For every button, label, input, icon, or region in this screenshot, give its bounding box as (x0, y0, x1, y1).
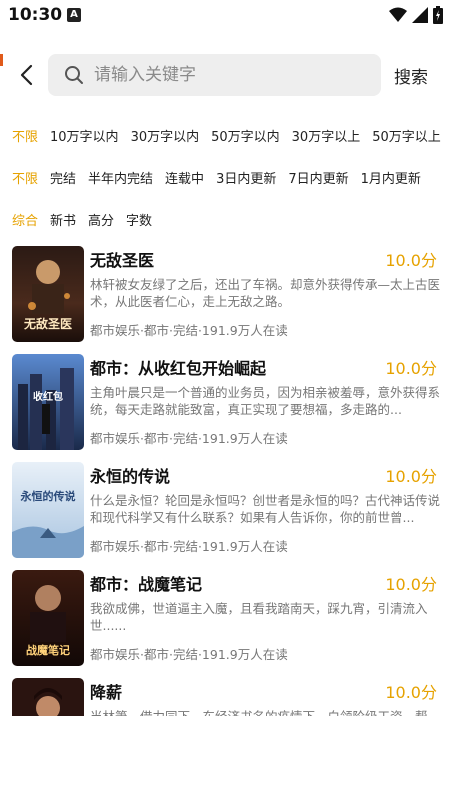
filter-word-count-option[interactable]: 30万字以内 (131, 126, 200, 145)
book-list: 无敌圣医 无敌圣医 10.0分 林轩被女友绿了之后，还出了车祸。却意外获得传承—… (0, 240, 449, 716)
book-cover-title: 战魔笔记 (26, 643, 70, 657)
book-cover-title: 永恒的传说 (20, 489, 76, 503)
filter-word-count-option[interactable]: 30万字以上 (292, 126, 361, 145)
book-list-item[interactable]: 战魔笔记 都市：战魔笔记 10.0分 我欲成佛，世道逼主入魔，且看我踏南天，踩九… (0, 564, 449, 672)
book-meta: 都市娱乐·都市·完结·191.9万人在读 (90, 647, 288, 662)
signal-icon (412, 7, 428, 23)
book-score: 10.0分 (385, 575, 437, 594)
filter-word-count-option[interactable]: 10万字以内 (50, 126, 119, 145)
book-title[interactable]: 永恒的传说 (90, 463, 170, 487)
book-score: 10.0分 (385, 251, 437, 270)
book-meta: 都市娱乐·都市·完结·191.9万人在读 (90, 323, 288, 338)
book-cover-art: 战魔笔记 (12, 570, 84, 666)
filter-status-option[interactable]: 连载中 (165, 168, 204, 187)
book-title[interactable]: 都市：从收红包开始崛起 (90, 355, 266, 379)
book-list-item[interactable]: 无敌圣医 无敌圣医 10.0分 林轩被女友绿了之后，还出了车祸。却意外获得传承—… (0, 240, 449, 348)
book-cover-title: 无敌圣医 (23, 316, 72, 331)
book-cover[interactable]: 战魔笔记 (12, 570, 84, 666)
filter-word-count-option[interactable]: 50万字以内 (211, 126, 280, 145)
filter-word-count-all[interactable]: 不限 (12, 126, 38, 145)
book-description: 林轩被女友绿了之后，还出了车祸。却意外获得传承—太上古医术，从此医者仁心，走上无… (90, 277, 440, 309)
filter-status-option[interactable]: 3日内更新 (216, 168, 276, 187)
filter-status-option[interactable]: 半年内完结 (88, 168, 153, 187)
book-title[interactable]: 降薪 (90, 679, 122, 703)
book-list-item[interactable]: 收红包 都市：从收红包开始崛起 10.0分 主角叶晨只是一个普通的业务员，因为相… (0, 348, 449, 456)
book-score: 10.0分 (385, 683, 437, 702)
sort-high-score[interactable]: 高分 (88, 210, 114, 229)
book-list-item[interactable]: 永恒的传说 永恒的传说 10.0分 什么是永恒？轮回是永恒吗？创世者是永恒的吗？… (0, 456, 449, 564)
book-cover[interactable]: 永恒的传说 (12, 462, 84, 558)
status-bar: 10:30 A (0, 0, 449, 32)
book-score: 10.0分 (385, 467, 437, 486)
book-cover[interactable] (12, 678, 84, 716)
filter-status-option[interactable]: 完结 (50, 168, 76, 187)
sort-new-books[interactable]: 新书 (50, 210, 76, 229)
status-time: 10:30 (8, 5, 63, 25)
book-cover[interactable]: 收红包 (12, 354, 84, 450)
book-cover-art (12, 678, 84, 716)
book-title[interactable]: 无敌圣医 (90, 247, 154, 271)
search-icon (65, 66, 83, 84)
notification-badge-icon: A (67, 8, 81, 22)
word-count-filter-row: 不限 10万字以内 30万字以内 50万字以内 30万字以上 50万字以上 10 (0, 122, 449, 148)
filter-status-all[interactable]: 不限 (12, 168, 38, 187)
book-cover-art: 收红包 (12, 354, 84, 450)
sort-filter-row: 综合 新书 高分 字数 (0, 206, 449, 232)
book-cover-art: 无敌圣医 (12, 246, 84, 342)
filter-word-count-option[interactable]: 50万字以上 (372, 126, 441, 145)
book-meta: 都市娱乐·都市·完结·191.9万人在读 (90, 539, 288, 554)
sort-comprehensive[interactable]: 综合 (12, 210, 38, 229)
search-button[interactable]: 搜索 (394, 63, 428, 88)
filter-status-option[interactable]: 1月内更新 (361, 168, 421, 187)
book-description: 我欲成佛，世道逼主入魔，且看我踏南天，踩九宵，引清流入世...... (90, 601, 428, 633)
book-description: 当林箫，借力同下，东经济书名的疫情下，白领阶级工资，帮... (90, 708, 440, 716)
sort-word-count[interactable]: 字数 (126, 210, 152, 229)
search-box[interactable] (48, 54, 381, 96)
search-header: 搜索 (0, 50, 449, 100)
book-meta: 都市娱乐·都市·完结·191.9万人在读 (90, 431, 288, 446)
wifi-icon (389, 7, 407, 22)
search-input[interactable] (94, 65, 354, 85)
battery-icon (433, 6, 443, 24)
status-filter-row: 不限 完结 半年内完结 连载中 3日内更新 7日内更新 1月内更新 (0, 164, 449, 190)
book-score: 10.0分 (385, 359, 437, 378)
status-icons (389, 6, 443, 24)
book-cover[interactable]: 无敌圣医 (12, 246, 84, 342)
book-description: 什么是永恒？轮回是永恒吗？创世者是永恒的吗？古代神话传说和现代科学又有什么联系？… (90, 493, 440, 525)
book-list-item[interactable]: 降薪 10.0分 当林箫，借力同下，东经济书名的疫情下，白领阶级工资，帮... (0, 672, 449, 716)
bottom-blank-area (0, 716, 449, 800)
chevron-left-icon (20, 64, 33, 86)
book-description: 主角叶晨只是一个普通的业务员，因为相亲被羞辱，意外获得系统，每天走路就能致富，真… (90, 385, 440, 417)
back-button[interactable] (12, 60, 40, 90)
filter-status-option[interactable]: 7日内更新 (288, 168, 348, 187)
book-cover-art: 永恒的传说 (12, 462, 84, 558)
book-title[interactable]: 都市：战魔笔记 (90, 571, 202, 595)
book-cover-title: 收红包 (33, 390, 63, 403)
